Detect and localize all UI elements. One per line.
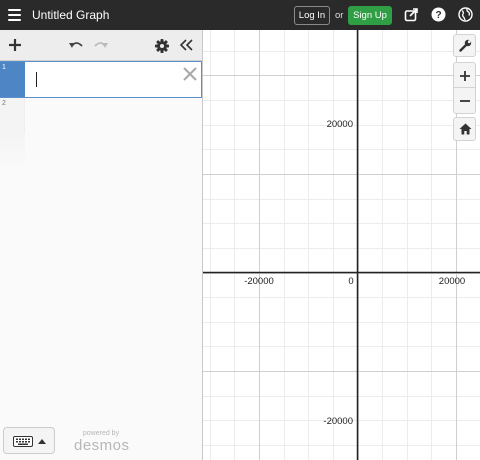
zoom-in-button[interactable] bbox=[453, 62, 476, 88]
gear-icon[interactable] bbox=[155, 39, 169, 53]
x-tick-label: 0 bbox=[348, 276, 353, 287]
menu-icon[interactable] bbox=[8, 9, 21, 21]
x-tick-label: 20000 bbox=[439, 276, 465, 287]
share-icon[interactable] bbox=[404, 7, 419, 22]
expression-panel: 1 2 powered by desmos bbox=[0, 30, 203, 460]
graph-grid: -20000 0 20000 20000 -20000 bbox=[203, 30, 480, 460]
zoom-out-button[interactable] bbox=[453, 88, 476, 114]
expression-row[interactable]: 1 bbox=[0, 61, 202, 98]
plus-icon[interactable] bbox=[9, 39, 21, 51]
zoom-out-icon bbox=[460, 100, 470, 102]
expression-tab: 1 bbox=[0, 62, 25, 97]
text-cursor bbox=[36, 72, 37, 87]
y-tick-label: -20000 bbox=[323, 416, 353, 427]
desmos-branding[interactable]: powered by desmos bbox=[74, 430, 130, 454]
or-label: or bbox=[335, 10, 344, 21]
expression-row[interactable]: 2 bbox=[0, 98, 202, 132]
home-icon bbox=[459, 123, 472, 135]
undo-icon[interactable] bbox=[69, 39, 83, 50]
x-tick-label: -20000 bbox=[244, 276, 274, 287]
expression-tab: 2 bbox=[0, 98, 25, 132]
graph-canvas[interactable]: -20000 0 20000 20000 -20000 bbox=[203, 30, 480, 460]
keyboard-toggle-button[interactable] bbox=[3, 427, 55, 454]
help-icon[interactable]: ? bbox=[431, 7, 446, 22]
globe-icon[interactable] bbox=[458, 7, 473, 22]
tab-column-fade bbox=[0, 132, 25, 172]
svg-text:?: ? bbox=[435, 10, 441, 21]
expression-toolbar bbox=[0, 30, 202, 61]
expression-number: 2 bbox=[2, 100, 6, 107]
graph-settings-button[interactable] bbox=[453, 34, 476, 57]
expression-number: 1 bbox=[2, 64, 6, 71]
wrench-icon bbox=[459, 39, 472, 52]
default-viewport-button[interactable] bbox=[453, 117, 476, 141]
zoom-in-icon bbox=[460, 71, 470, 81]
login-button[interactable]: Log In bbox=[294, 6, 330, 25]
graph-title[interactable]: Untitled Graph bbox=[32, 8, 109, 22]
collapse-icon[interactable] bbox=[180, 39, 194, 51]
caret-up-icon bbox=[38, 439, 46, 444]
close-icon[interactable] bbox=[182, 66, 198, 82]
desmos-logo: desmos bbox=[74, 437, 130, 454]
redo-icon[interactable] bbox=[94, 39, 108, 50]
keyboard-icon bbox=[13, 436, 33, 447]
signup-button[interactable]: Sign Up bbox=[348, 6, 392, 25]
top-bar: Untitled Graph Log In or Sign Up ? bbox=[0, 0, 480, 30]
y-tick-label: 20000 bbox=[327, 119, 353, 130]
